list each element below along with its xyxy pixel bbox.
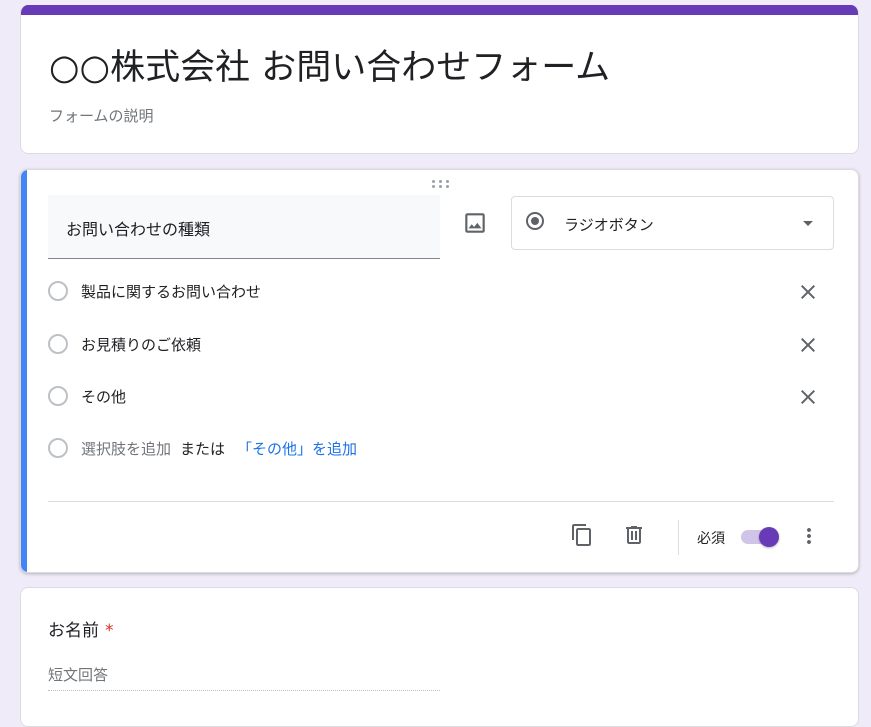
add-option-row: 選択肢を追加 または 「その他」を追加	[48, 434, 838, 464]
required-label: 必須	[697, 531, 725, 547]
option-row: お見積りのご依頼	[48, 330, 838, 360]
question-title-text: お問い合わせの種類	[66, 220, 211, 239]
option-label[interactable]: その他	[81, 386, 126, 407]
image-icon[interactable]	[462, 210, 488, 236]
trash-icon[interactable]	[622, 523, 646, 547]
question-type-label: ラジオボタン	[564, 216, 654, 234]
option-row: 製品に関するお問い合わせ	[48, 277, 838, 307]
close-icon[interactable]	[796, 280, 820, 304]
question-title: お名前 *	[48, 616, 114, 641]
radio-circle-icon	[48, 386, 68, 406]
close-icon[interactable]	[796, 333, 820, 357]
toggle-thumb	[759, 527, 779, 547]
add-other-link[interactable]: 「その他」を追加	[237, 438, 357, 459]
option-label[interactable]: お見積りのご依頼	[81, 334, 201, 355]
required-toggle[interactable]	[741, 527, 779, 547]
form-title[interactable]: ○○株式会社 お問い合わせフォーム	[49, 39, 610, 90]
question-type-dropdown[interactable]: ラジオボタン	[511, 196, 834, 250]
form-header-card[interactable]: ○○株式会社 お問い合わせフォーム フォームの説明	[20, 5, 859, 154]
question-card-name[interactable]: お名前 * 短文回答	[20, 587, 859, 727]
question-title-text: お名前	[48, 621, 99, 641]
radio-circle-icon	[48, 334, 68, 354]
answer-underline	[48, 690, 440, 691]
radio-circle-icon	[48, 438, 68, 458]
form-description[interactable]: フォームの説明	[49, 105, 154, 126]
active-question-indicator	[21, 170, 27, 572]
chevron-down-icon	[803, 221, 813, 226]
option-label[interactable]: 製品に関するお問い合わせ	[81, 281, 261, 302]
radio-circle-icon	[48, 281, 68, 301]
footer-vertical-divider	[678, 520, 679, 555]
short-answer-placeholder: 短文回答	[48, 666, 109, 684]
drag-handle-icon[interactable]	[432, 178, 452, 190]
question-title-input[interactable]: お問い合わせの種類	[48, 195, 440, 259]
close-icon[interactable]	[796, 385, 820, 409]
add-option-button[interactable]: 選択肢を追加	[81, 438, 171, 459]
copy-icon[interactable]	[570, 523, 594, 547]
form-accent-bar	[21, 5, 858, 15]
or-text: または	[180, 440, 226, 458]
question-card-active[interactable]: お問い合わせの種類 ラジオボタン 製品に関するお問い合わせ お見積りのご依頼 そ…	[20, 169, 859, 573]
footer-divider	[48, 501, 834, 502]
more-vert-icon[interactable]	[797, 524, 821, 548]
option-row: その他	[48, 382, 838, 412]
required-asterisk: *	[105, 621, 114, 641]
radio-type-icon	[526, 212, 544, 230]
